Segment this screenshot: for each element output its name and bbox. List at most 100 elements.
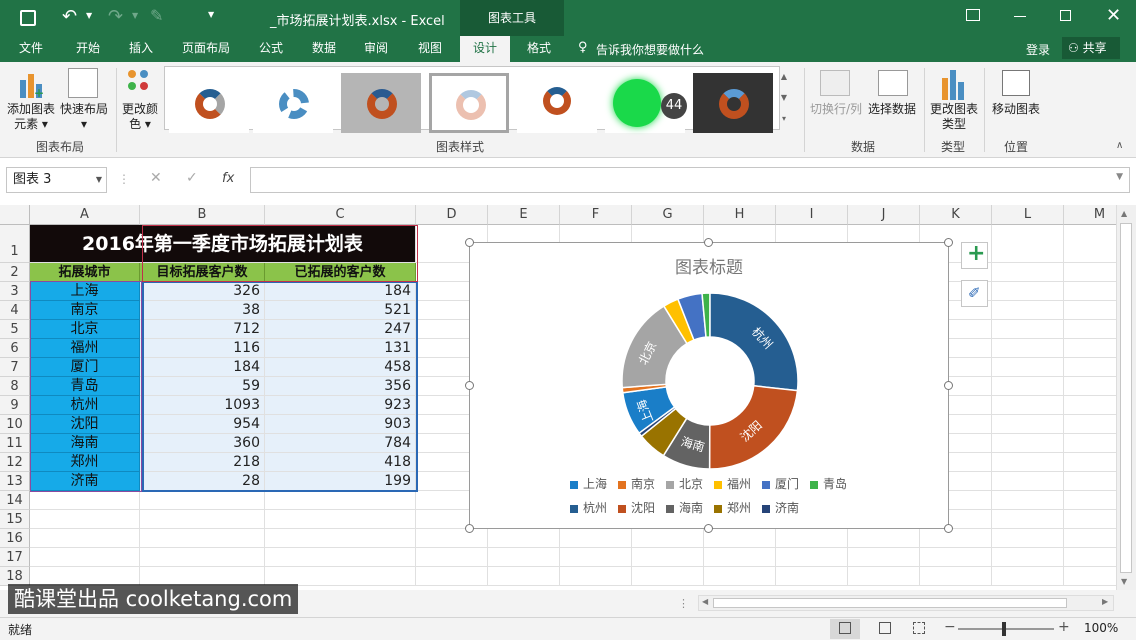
cell[interactable] <box>704 529 776 548</box>
row-header-1[interactable]: 1 <box>0 225 30 263</box>
row-header-12[interactable]: 12 <box>0 453 30 472</box>
cell[interactable] <box>992 510 1064 529</box>
close-icon[interactable]: ✕ <box>1106 5 1121 26</box>
row-header-10[interactable]: 10 <box>0 415 30 434</box>
legend-entry[interactable]: 南京 <box>618 475 655 492</box>
undo-icon[interactable]: ↶ <box>62 6 77 27</box>
style-thumb-7[interactable] <box>693 73 773 133</box>
cell[interactable] <box>632 548 704 567</box>
cell[interactable] <box>848 567 920 586</box>
cell[interactable] <box>488 567 560 586</box>
tab-file[interactable]: 文件 <box>8 36 54 62</box>
resize-handle[interactable] <box>465 381 474 390</box>
legend-entry[interactable]: 济南 <box>762 499 799 516</box>
style-thumb-5[interactable] <box>517 73 597 133</box>
chart-area[interactable]: 图表标题 上海 北京 杭州 沈阳 海南 上海 南京 北京 福州 厦门 青岛 杭州 沈阳 海南 郑州 济南 <box>469 242 949 529</box>
cell[interactable] <box>30 510 140 529</box>
resize-handle[interactable] <box>704 238 713 247</box>
cell[interactable] <box>992 472 1064 491</box>
legend-entry[interactable]: 福州 <box>714 475 751 492</box>
cell[interactable] <box>992 225 1064 263</box>
share-button[interactable]: ⚇ 共享 <box>1062 37 1120 59</box>
legend-entry[interactable]: 北京 <box>666 475 703 492</box>
page-break-view-button[interactable] <box>906 619 932 639</box>
column-header-E[interactable]: E <box>488 205 560 225</box>
cell[interactable] <box>992 301 1064 320</box>
chart-title[interactable]: 图表标题 <box>470 253 948 278</box>
resize-handle[interactable] <box>944 381 953 390</box>
cell[interactable] <box>632 529 704 548</box>
resize-handle[interactable] <box>704 524 713 533</box>
scroll-down-icon[interactable]: ▼ <box>1121 577 1127 586</box>
legend-entry[interactable]: 厦门 <box>762 475 799 492</box>
style-thumb-4-selected[interactable] <box>429 73 509 133</box>
insert-function-icon[interactable]: fx <box>222 171 234 186</box>
tab-format[interactable]: 格式 <box>514 36 564 62</box>
row-header-15[interactable]: 15 <box>0 510 30 529</box>
column-header-M[interactable]: M <box>1064 205 1116 225</box>
cell[interactable] <box>1064 529 1116 548</box>
legend-entry[interactable]: 郑州 <box>714 499 751 516</box>
legend-entry[interactable]: 海南 <box>666 499 703 516</box>
add-chart-element-button[interactable]: 添加图表元素 ▾ <box>2 102 60 132</box>
legend-entry[interactable]: 上海 <box>570 475 607 492</box>
row-header-5[interactable]: 5 <box>0 320 30 339</box>
cell[interactable] <box>1064 510 1116 529</box>
cell[interactable] <box>560 567 632 586</box>
cell[interactable] <box>1064 225 1116 263</box>
cell[interactable] <box>992 396 1064 415</box>
resize-handle[interactable] <box>944 524 953 533</box>
cell[interactable] <box>776 548 848 567</box>
cell[interactable] <box>416 529 488 548</box>
chart-elements-button[interactable]: + <box>961 241 988 269</box>
minimize-icon[interactable] <box>1014 16 1026 17</box>
quick-layout-button[interactable]: 快速布局 ▾ <box>58 102 110 132</box>
cell[interactable] <box>704 567 776 586</box>
cell[interactable] <box>416 567 488 586</box>
gallery-scroll-down-icon[interactable]: ▼ <box>777 88 791 108</box>
cell[interactable] <box>992 263 1064 282</box>
cell[interactable] <box>632 567 704 586</box>
row-header-9[interactable]: 9 <box>0 396 30 415</box>
column-header-B[interactable]: B <box>140 205 265 225</box>
cell[interactable] <box>992 567 1064 586</box>
gallery-more-icon[interactable]: ▾ <box>777 109 791 129</box>
legend-entry[interactable]: 沈阳 <box>618 499 655 516</box>
zoom-slider-thumb[interactable] <box>1002 622 1006 636</box>
cell[interactable] <box>560 548 632 567</box>
cell[interactable] <box>140 529 265 548</box>
row-header-3[interactable]: 3 <box>0 282 30 301</box>
cell[interactable] <box>992 415 1064 434</box>
cell[interactable] <box>488 529 560 548</box>
cell[interactable] <box>1064 301 1116 320</box>
formula-expand-icon[interactable]: ▼ <box>1116 172 1123 182</box>
horizontal-scroll-thumb[interactable] <box>713 598 1067 608</box>
tab-page-layout[interactable]: 页面布局 <box>172 36 240 62</box>
cell[interactable] <box>1064 472 1116 491</box>
row-header-13[interactable]: 13 <box>0 472 30 491</box>
column-header-I[interactable]: I <box>776 205 848 225</box>
cell[interactable] <box>992 320 1064 339</box>
resize-handle[interactable] <box>465 238 474 247</box>
style-thumb-1[interactable] <box>169 73 249 133</box>
row-header-7[interactable]: 7 <box>0 358 30 377</box>
cell[interactable] <box>1064 282 1116 301</box>
row-header-17[interactable]: 17 <box>0 548 30 567</box>
cell[interactable] <box>1064 567 1116 586</box>
row-header-14[interactable]: 14 <box>0 491 30 510</box>
vertical-scroll-thumb[interactable] <box>1120 223 1132 573</box>
style-thumb-3[interactable] <box>341 73 421 133</box>
cell[interactable] <box>920 529 992 548</box>
vertical-scrollbar[interactable]: ▲ ▼ <box>1116 205 1136 590</box>
scroll-left-icon[interactable]: ◀ <box>702 597 708 606</box>
zoom-level[interactable]: 100% <box>1084 621 1118 635</box>
select-data-button[interactable]: 选择数据 <box>866 102 918 117</box>
cell[interactable] <box>992 434 1064 453</box>
horizontal-scrollbar[interactable]: ◀ ▶ <box>698 595 1114 611</box>
column-header-L[interactable]: L <box>992 205 1064 225</box>
cell[interactable] <box>30 548 140 567</box>
undo-dropdown-icon[interactable]: ▼ <box>86 11 92 20</box>
cell[interactable] <box>704 548 776 567</box>
header-cell[interactable]: 拓展城市 <box>30 263 140 282</box>
cell[interactable] <box>140 510 265 529</box>
